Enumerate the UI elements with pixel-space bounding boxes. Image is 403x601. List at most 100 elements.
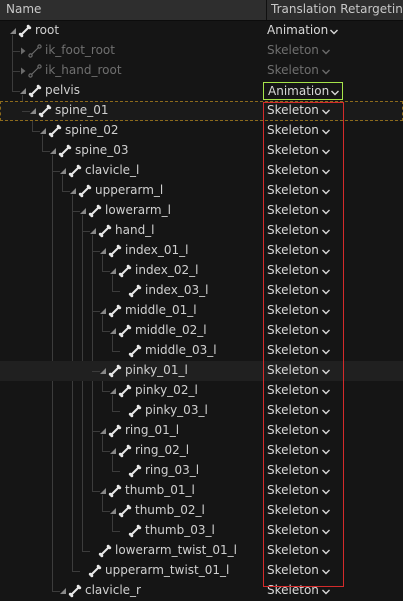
- translation-retargeting-column-header[interactable]: Translation Retargeting: [271, 2, 403, 16]
- translation-retargeting-dropdown[interactable]: Skeleton: [263, 182, 343, 200]
- tree-row-pinky-03-l[interactable]: pinky_03_l Skeleton: [0, 401, 403, 421]
- retargeting-mode-value: Skeleton: [267, 543, 319, 557]
- translation-retargeting-dropdown[interactable]: Skeleton: [263, 362, 343, 380]
- expander-arrow-icon[interactable]: [98, 306, 108, 316]
- chevron-down-icon: [321, 326, 331, 336]
- expander-arrow-icon[interactable]: [48, 146, 58, 156]
- translation-retargeting-dropdown[interactable]: Skeleton: [263, 222, 343, 240]
- translation-retargeting-dropdown[interactable]: Skeleton: [263, 442, 343, 460]
- expander-arrow-icon[interactable]: [8, 26, 18, 36]
- translation-retargeting-dropdown[interactable]: Skeleton: [263, 342, 343, 360]
- tree-row-spine-02[interactable]: spine_02 Skeleton: [0, 121, 403, 141]
- expander-arrow-icon[interactable]: [58, 586, 68, 596]
- expander-arrow-icon[interactable]: [98, 246, 108, 256]
- translation-retargeting-dropdown[interactable]: Skeleton: [263, 242, 343, 260]
- translation-retargeting-dropdown[interactable]: Skeleton: [263, 282, 343, 300]
- expander-arrow-icon[interactable]: [68, 186, 78, 196]
- tree-row-hand-l[interactable]: hand_l Skeleton: [0, 221, 403, 241]
- tree-row-middle-03-l[interactable]: middle_03_l Skeleton: [0, 341, 403, 361]
- translation-retargeting-dropdown[interactable]: Skeleton: [263, 382, 343, 400]
- tree-row-index-01-l[interactable]: index_01_l Skeleton: [0, 241, 403, 261]
- translation-retargeting-dropdown[interactable]: Skeleton: [263, 142, 343, 160]
- expander-arrow-icon[interactable]: [98, 486, 108, 496]
- translation-retargeting-dropdown[interactable]: Skeleton: [263, 562, 343, 580]
- expander-arrow-icon[interactable]: [18, 86, 28, 96]
- retargeting-mode-value: Skeleton: [267, 183, 319, 197]
- translation-retargeting-dropdown[interactable]: Animation: [263, 82, 343, 100]
- tree-row-ring-01-l[interactable]: ring_01_l Skeleton: [0, 421, 403, 441]
- tree-row-thumb-03-l[interactable]: thumb_03_l Skeleton: [0, 521, 403, 541]
- retargeting-mode-value: Skeleton: [267, 503, 319, 517]
- expander-arrow-icon[interactable]: [18, 66, 28, 76]
- tree-row-pinky-02-l[interactable]: pinky_02_l Skeleton: [0, 381, 403, 401]
- translation-retargeting-dropdown[interactable]: Skeleton: [263, 122, 343, 140]
- tree-row-index-03-l[interactable]: index_03_l Skeleton: [0, 281, 403, 301]
- bone-name: pelvis: [45, 83, 81, 97]
- tree-row-pelvis[interactable]: pelvis Animation: [0, 81, 403, 101]
- expander-arrow-icon[interactable]: [78, 206, 88, 216]
- translation-retargeting-dropdown[interactable]: Skeleton: [263, 522, 343, 540]
- tree-row-root[interactable]: root Animation: [0, 21, 403, 41]
- expander-arrow-icon[interactable]: [18, 46, 28, 56]
- chevron-down-icon: [321, 306, 331, 316]
- translation-retargeting-dropdown[interactable]: Skeleton: [263, 162, 343, 180]
- tree-row-clavicle-l[interactable]: clavicle_l Skeleton: [0, 161, 403, 181]
- tree-row-clavicle-r[interactable]: clavicle_r Skeleton: [0, 581, 403, 601]
- tree-row-ik-foot-root[interactable]: ik_foot_root Skeleton: [0, 41, 403, 61]
- tree-row-spine-01[interactable]: spine_01 Skeleton: [0, 101, 403, 121]
- bone-icon: [98, 544, 112, 558]
- tree-row-upperarm-twist-01-l[interactable]: upperarm_twist_01_l Skeleton: [0, 561, 403, 581]
- tree-row-middle-01-l[interactable]: middle_01_l Skeleton: [0, 301, 403, 321]
- bone-icon: [118, 504, 132, 518]
- tree-row-index-02-l[interactable]: index_02_l Skeleton: [0, 261, 403, 281]
- expander-arrow-icon[interactable]: [108, 326, 118, 336]
- expander-arrow-icon[interactable]: [88, 226, 98, 236]
- expander-arrow-icon[interactable]: [98, 366, 108, 376]
- tree-row-lowerarm-twist-01-l[interactable]: lowerarm_twist_01_l Skeleton: [0, 541, 403, 561]
- tree-row-upperarm-l[interactable]: upperarm_l Skeleton: [0, 181, 403, 201]
- translation-retargeting-dropdown[interactable]: Skeleton: [263, 202, 343, 220]
- name-column-header[interactable]: Name: [6, 2, 41, 16]
- translation-retargeting-dropdown[interactable]: Skeleton: [263, 42, 343, 60]
- tree-row-ring-02-l[interactable]: ring_02_l Skeleton: [0, 441, 403, 461]
- translation-retargeting-dropdown[interactable]: Skeleton: [263, 582, 343, 600]
- expander-arrow-icon[interactable]: [108, 386, 118, 396]
- column-divider[interactable]: [266, 0, 267, 20]
- translation-retargeting-dropdown[interactable]: Skeleton: [263, 62, 343, 80]
- expander-arrow-icon[interactable]: [108, 506, 118, 516]
- translation-retargeting-dropdown[interactable]: Skeleton: [263, 502, 343, 520]
- tree-row-lowerarm-l[interactable]: lowerarm_l Skeleton: [0, 201, 403, 221]
- tree-horizontal-line: [112, 291, 120, 292]
- bone-name: ik_hand_root: [45, 63, 122, 77]
- chevron-down-icon: [321, 226, 331, 236]
- tree-row-pinky-01-l[interactable]: pinky_01_l Skeleton: [0, 361, 403, 381]
- chevron-down-icon: [329, 26, 339, 36]
- expander-arrow-icon[interactable]: [108, 446, 118, 456]
- expander-arrow-icon[interactable]: [38, 126, 48, 136]
- retargeting-mode-value: Skeleton: [267, 143, 319, 157]
- translation-retargeting-dropdown[interactable]: Skeleton: [263, 422, 343, 440]
- expander-arrow-icon[interactable]: [28, 106, 38, 116]
- translation-retargeting-dropdown[interactable]: Skeleton: [263, 462, 343, 480]
- tree-row-spine-03[interactable]: spine_03 Skeleton: [0, 141, 403, 161]
- tree-row-thumb-01-l[interactable]: thumb_01_l Skeleton: [0, 481, 403, 501]
- bone-icon: [58, 144, 72, 158]
- tree-row-ik-hand-root[interactable]: ik_hand_root Skeleton: [0, 61, 403, 81]
- translation-retargeting-dropdown[interactable]: Skeleton: [263, 262, 343, 280]
- retargeting-mode-value: Animation: [268, 84, 330, 98]
- retargeting-mode-value: Skeleton: [267, 483, 319, 497]
- expander-arrow-icon[interactable]: [98, 426, 108, 436]
- tree-row-ring-03-l[interactable]: ring_03_l Skeleton: [0, 461, 403, 481]
- translation-retargeting-dropdown[interactable]: Skeleton: [263, 542, 343, 560]
- expander-arrow-icon[interactable]: [58, 166, 68, 176]
- expander-arrow-icon[interactable]: [108, 266, 118, 276]
- translation-retargeting-dropdown[interactable]: Skeleton: [263, 402, 343, 420]
- translation-retargeting-dropdown[interactable]: Animation: [263, 22, 343, 40]
- tree-row-middle-02-l[interactable]: middle_02_l Skeleton: [0, 321, 403, 341]
- bone-icon: [98, 224, 112, 238]
- translation-retargeting-dropdown[interactable]: Skeleton: [263, 302, 343, 320]
- translation-retargeting-dropdown[interactable]: Skeleton: [263, 102, 343, 120]
- translation-retargeting-dropdown[interactable]: Skeleton: [263, 322, 343, 340]
- translation-retargeting-dropdown[interactable]: Skeleton: [263, 482, 343, 500]
- tree-row-thumb-02-l[interactable]: thumb_02_l Skeleton: [0, 501, 403, 521]
